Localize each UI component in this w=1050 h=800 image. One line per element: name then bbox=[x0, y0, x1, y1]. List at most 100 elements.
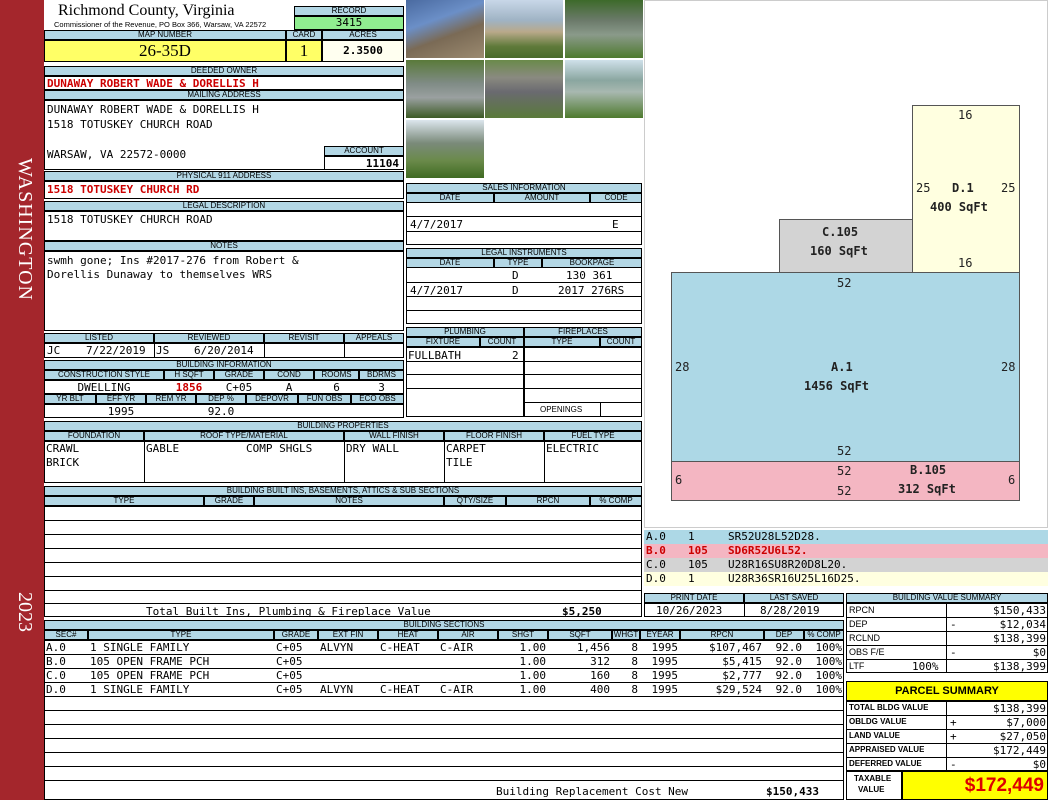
reviewed-header: REVIEWED bbox=[154, 333, 264, 343]
sales-date-header: DATE bbox=[406, 193, 494, 203]
vs-rclnd: $138,399 bbox=[993, 632, 1046, 645]
section-row-3-rpcn: $2,777 bbox=[722, 669, 762, 682]
ps-tb-label: TOTAL BLDG VALUE bbox=[849, 703, 929, 712]
bt-comp-header: % COMP bbox=[590, 496, 642, 506]
code-c-id: C.0 bbox=[646, 558, 666, 571]
property-photo-1[interactable] bbox=[406, 0, 484, 58]
map-number-label: MAP NUMBER bbox=[44, 30, 286, 40]
taxable-label-2: VALUE bbox=[858, 785, 885, 794]
section-row-1-air: C-AIR bbox=[440, 641, 474, 654]
legal-instruments-label: LEGAL INSTRUMENTS bbox=[406, 248, 642, 258]
bp-floor-2: TILE bbox=[446, 456, 473, 469]
commissioner-address: Commissioner of the Revenue, PO Box 366,… bbox=[54, 20, 267, 29]
openings-value-box bbox=[600, 402, 642, 417]
record-label: RECORD bbox=[294, 6, 404, 16]
section-header-dep: DEP bbox=[764, 630, 804, 640]
plumbing-label: PLUMBING bbox=[406, 327, 524, 337]
record-value: 3415 bbox=[294, 16, 404, 30]
section-row-2-type: 105 OPEN FRAME PCH bbox=[90, 655, 210, 668]
bi-effyr-header: EFF YR bbox=[96, 394, 146, 404]
sections-total-value: $150,433 bbox=[766, 785, 819, 798]
code-c-n: 105 bbox=[688, 558, 708, 571]
ps-av-label: APPRAISED VALUE bbox=[849, 745, 925, 754]
sales-label: SALES INFORMATION bbox=[406, 183, 642, 193]
section-header-eyear: EYEAR bbox=[640, 630, 680, 640]
acres-value: 2.3500 bbox=[322, 40, 404, 62]
builtins-label: BUILDING BUILT INS, BASEMENTS, ATTICS & … bbox=[44, 486, 642, 496]
code-a-code: SR52U28L52D28. bbox=[728, 530, 821, 543]
last-saved-value: 8/28/2019 bbox=[760, 604, 820, 617]
ps-lv: $27,050 bbox=[999, 730, 1046, 743]
bt-notes-header: NOTES bbox=[254, 496, 444, 506]
bi-dep: 92.0 bbox=[207, 405, 235, 418]
property-photo-6[interactable] bbox=[565, 60, 643, 118]
property-photo-5[interactable] bbox=[485, 60, 563, 118]
listed-header: LISTED bbox=[44, 333, 154, 343]
parcel-summary-title: PARCEL SUMMARY bbox=[846, 681, 1048, 701]
section-row-1-grade: C+05 bbox=[276, 641, 303, 654]
section-row-2-whgt: 8 bbox=[631, 655, 638, 668]
li-row-1-book: 130 361 bbox=[566, 269, 613, 282]
code-row-a bbox=[644, 530, 1048, 544]
section-row-3-shgt: 1.00 bbox=[519, 669, 547, 682]
code-d-id: D.0 bbox=[646, 572, 666, 585]
d-top-dim: 16 bbox=[958, 108, 973, 122]
bp-fuel: ELECTRIC bbox=[546, 442, 599, 455]
account-label: ACCOUNT bbox=[324, 146, 404, 156]
code-c-code: U28R16SU8R20D8L20. bbox=[728, 558, 848, 571]
bi-grade-header: GRADE bbox=[214, 370, 264, 380]
bi-dep-header: DEP % bbox=[196, 394, 246, 404]
card-label: CARD bbox=[286, 30, 322, 40]
section-row-3-whgt: 8 bbox=[631, 669, 638, 682]
bi-rooms-header: ROOMS bbox=[314, 370, 359, 380]
vs-rpcn-label: RPCN bbox=[849, 605, 875, 615]
section-header-heat: HEAT bbox=[378, 630, 438, 640]
vs-rpcn: $150,433 bbox=[993, 604, 1046, 617]
b-area: 312 SqFt bbox=[898, 482, 956, 496]
bp-floor-1: CARPET bbox=[446, 442, 486, 455]
last-saved-header: LAST SAVED bbox=[744, 593, 844, 603]
vs-ltf-label: LTF bbox=[849, 661, 865, 671]
listed-date: 7/22/2019 bbox=[86, 344, 146, 357]
section-row-1-comp: 100% bbox=[815, 641, 843, 654]
property-photo-4[interactable] bbox=[406, 60, 484, 118]
property-photo-7[interactable] bbox=[406, 120, 484, 178]
bi-funobs-header: FUN OBS bbox=[298, 394, 351, 404]
fixture-value: FULLBATH bbox=[408, 349, 461, 362]
revisit-header: REVISIT bbox=[264, 333, 344, 343]
section-row-1-sec: A.0 bbox=[46, 641, 66, 654]
bp-foundation-1: CRAWL bbox=[46, 442, 80, 455]
section-row-4-dep: 92.0 bbox=[775, 683, 803, 696]
code-b-id: B.0 bbox=[646, 544, 666, 557]
deeded-owner-value: DUNAWAY ROBERT WADE & DORELLIS H bbox=[44, 76, 404, 90]
account-value: 11104 bbox=[324, 156, 404, 170]
d-bottom-dim: 16 bbox=[958, 256, 973, 270]
section-row-2-rpcn: $5,415 bbox=[722, 655, 762, 668]
bi-yrblt-header: YR BLT bbox=[44, 394, 96, 404]
sales-date: 4/7/2017 bbox=[410, 218, 463, 231]
property-photo-3[interactable] bbox=[565, 0, 643, 58]
ps-ob: $7,000 bbox=[1006, 716, 1046, 729]
a-left-dim: 28 bbox=[675, 360, 690, 374]
vs-obs: $0 bbox=[1032, 646, 1046, 659]
section-row-1-whgt: 8 bbox=[631, 641, 638, 654]
li-date-header: DATE bbox=[406, 258, 494, 268]
sales-code: E bbox=[612, 218, 619, 231]
section-row-1-type: 1 SINGLE FAMILY bbox=[90, 641, 190, 654]
section-header-shgt: SHGT bbox=[498, 630, 548, 640]
d-left-dim: 25 bbox=[916, 181, 931, 195]
section-row-3-grade: C+05 bbox=[276, 669, 303, 682]
section-row-1-rpcn: $107,467 bbox=[709, 641, 762, 654]
vs-obs-label: OBS F/E bbox=[849, 647, 885, 657]
ps-dv: $0 bbox=[1032, 758, 1046, 771]
b-left-dim: 6 bbox=[675, 473, 683, 487]
physical-address-value: 1518 TOTUSKEY CHURCH RD bbox=[44, 181, 404, 199]
section-header-type: TYPE bbox=[88, 630, 274, 640]
section-header-grade: GRADE bbox=[274, 630, 318, 640]
section-row-4-comp: 100% bbox=[815, 683, 843, 696]
property-photo-2[interactable] bbox=[485, 0, 563, 58]
section-row-4-air: C-AIR bbox=[440, 683, 474, 696]
section-row-3-sec: C.0 bbox=[46, 669, 66, 682]
bp-roof-header: ROOF TYPE/MATERIAL bbox=[144, 431, 344, 441]
section-header-rpcn: RPCN bbox=[680, 630, 764, 640]
